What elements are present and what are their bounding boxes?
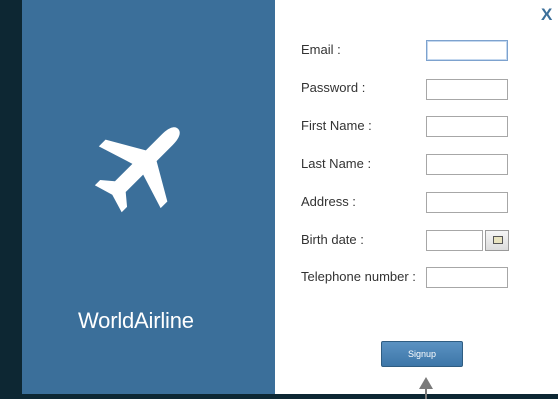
signup-button[interactable]: Signup xyxy=(381,341,463,367)
last-name-field[interactable] xyxy=(426,154,508,175)
email-field[interactable] xyxy=(426,40,508,61)
email-label: Email : xyxy=(301,42,341,57)
signup-window: WorldAirline X Email : Password : First … xyxy=(22,0,558,394)
last-name-label: Last Name : xyxy=(301,156,372,171)
first-name-field[interactable] xyxy=(426,116,508,137)
brand-panel: WorldAirline xyxy=(22,0,275,394)
password-field[interactable] xyxy=(426,79,508,100)
address-field[interactable] xyxy=(426,192,508,213)
close-button[interactable]: X xyxy=(541,5,552,25)
birth-date-label: Birth date : xyxy=(301,232,364,247)
first-name-label: First Name : xyxy=(301,118,372,133)
birth-date-field[interactable] xyxy=(426,230,483,251)
pointer-stem xyxy=(425,388,427,399)
calendar-button[interactable] xyxy=(485,230,509,251)
address-label: Address : xyxy=(301,194,356,209)
password-label: Password : xyxy=(301,80,366,95)
brand-name: WorldAirline xyxy=(78,308,194,333)
telephone-label: Telephone number : xyxy=(301,269,416,284)
calendar-icon xyxy=(493,236,503,244)
airplane-icon xyxy=(95,127,180,213)
telephone-field[interactable] xyxy=(426,267,508,288)
